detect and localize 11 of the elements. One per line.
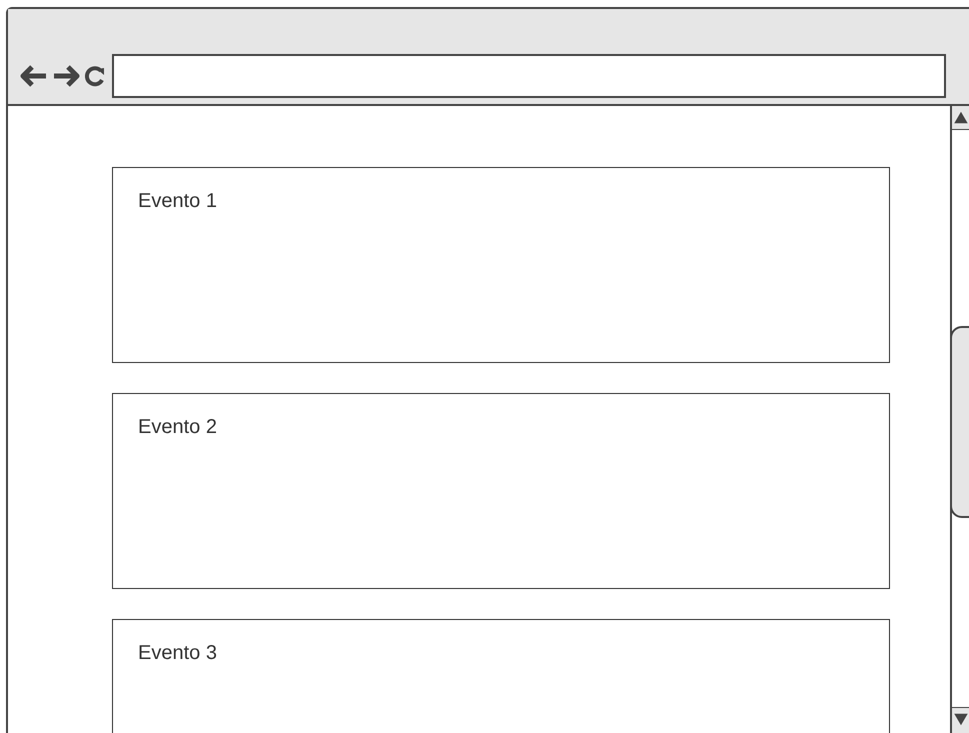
event-title: Evento 2 <box>138 416 217 438</box>
event-title: Evento 1 <box>138 190 217 212</box>
back-arrow-icon[interactable] <box>20 64 48 88</box>
scroll-up-icon[interactable] <box>952 106 969 130</box>
scroll-thumb[interactable] <box>950 326 969 518</box>
scrollbar[interactable] <box>950 106 969 733</box>
reload-icon[interactable] <box>84 65 106 87</box>
address-field[interactable] <box>112 54 946 98</box>
event-title: Evento 3 <box>138 642 217 664</box>
forward-arrow-icon[interactable] <box>52 64 80 88</box>
scroll-down-icon[interactable] <box>952 707 969 733</box>
